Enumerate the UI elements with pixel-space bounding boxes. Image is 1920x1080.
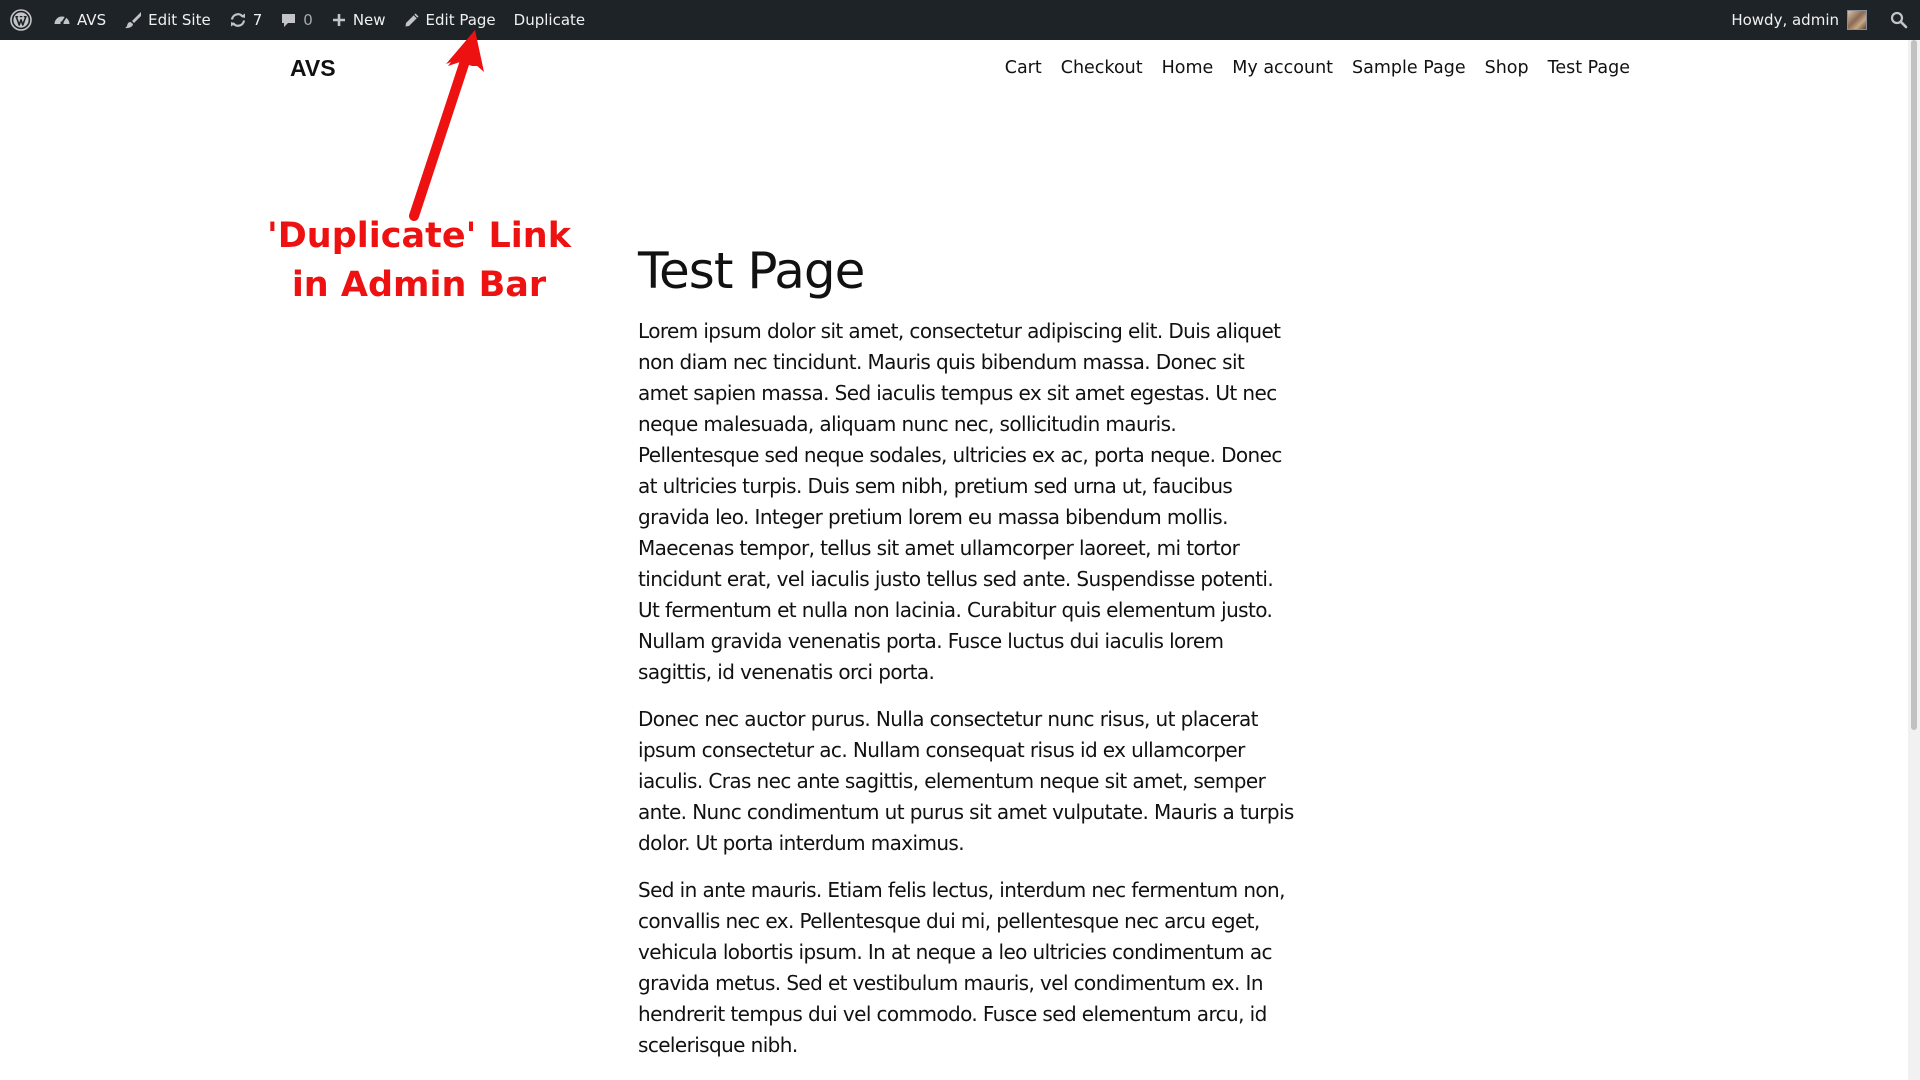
page-scrollbar[interactable] xyxy=(1908,40,1920,1080)
new-label: New xyxy=(352,11,386,29)
updates-refresh-icon xyxy=(230,13,245,27)
new-content-menu[interactable]: New xyxy=(322,0,395,40)
updates-link[interactable]: 7 xyxy=(220,0,272,40)
nav-item-sample-page[interactable]: Sample Page xyxy=(1352,58,1466,78)
pencil-icon xyxy=(405,13,419,27)
annotation-line-2: in Admin Bar xyxy=(291,265,547,305)
page-title: Test Page xyxy=(638,242,865,300)
admin-bar: AVS Edit Site 7 0 New Edit Page Duplicat… xyxy=(0,0,1920,40)
admin-bar-right: Howdy, admin xyxy=(1722,0,1920,40)
comments-link[interactable]: 0 xyxy=(271,0,322,40)
updates-count: 7 xyxy=(252,11,263,29)
nav-item-shop[interactable]: Shop xyxy=(1485,58,1529,78)
annotation-callout: 'Duplicate' Link in Admin Bar xyxy=(254,212,584,310)
admin-bar-search[interactable] xyxy=(1876,0,1920,40)
site-name-label: AVS xyxy=(77,11,107,29)
edit-site-label: Edit Site xyxy=(148,11,211,29)
brush-icon xyxy=(125,12,142,29)
nav-item-cart[interactable]: Cart xyxy=(1005,58,1042,78)
comment-bubble-icon xyxy=(282,13,296,27)
edit-page-link[interactable]: Edit Page xyxy=(395,0,505,40)
paragraph-2: Donec nec auctor purus. Nulla consectetu… xyxy=(638,707,1294,855)
search-icon xyxy=(1890,11,1908,29)
paragraph-3: Sed in ante mauris. Etiam felis lectus, … xyxy=(638,878,1285,1057)
nav-item-checkout[interactable]: Checkout xyxy=(1061,58,1143,78)
nav-item-test-page[interactable]: Test Page xyxy=(1548,58,1630,78)
nav-item-my-account[interactable]: My account xyxy=(1232,58,1333,78)
howdy-greeting: Howdy, admin xyxy=(1731,11,1839,29)
comments-count: 0 xyxy=(303,11,313,29)
plus-icon xyxy=(332,14,345,26)
wordpress-logo-icon xyxy=(10,9,32,31)
avatar xyxy=(1847,10,1867,30)
admin-bar-left: AVS Edit Site 7 0 New Edit Page Duplicat… xyxy=(0,0,594,40)
my-account-menu[interactable]: Howdy, admin xyxy=(1722,0,1876,40)
edit-page-label: Edit Page xyxy=(425,11,496,29)
page-content: Test Page Lorem ipsum dolor sit amet, co… xyxy=(638,240,1298,1061)
scrollbar-thumb[interactable] xyxy=(1911,40,1917,730)
wp-logo-menu[interactable] xyxy=(0,0,44,40)
primary-navigation: Cart Checkout Home My account Sample Pag… xyxy=(1005,50,1630,86)
dashboard-gauge-icon xyxy=(54,16,70,25)
nav-item-home[interactable]: Home xyxy=(1162,58,1214,78)
duplicate-link[interactable]: Duplicate xyxy=(505,0,594,40)
annotation-line-1: 'Duplicate' Link xyxy=(267,216,571,256)
paragraph-1: Lorem ipsum dolor sit amet, consectetur … xyxy=(638,319,1282,684)
edit-site-link[interactable]: Edit Site xyxy=(115,0,220,40)
site-name-menu[interactable]: AVS xyxy=(44,0,115,40)
site-title[interactable]: AVS xyxy=(290,50,336,86)
annotation-arrow-line xyxy=(409,53,471,221)
